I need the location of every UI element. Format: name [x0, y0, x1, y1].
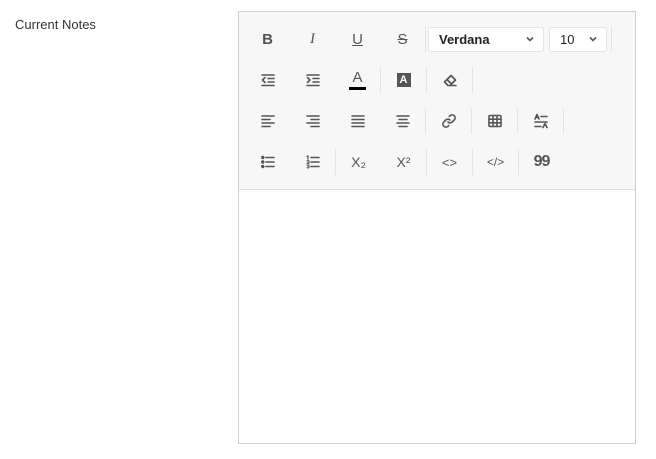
chevron-down-icon: [525, 32, 535, 47]
justify-icon: [350, 115, 365, 128]
bulleted-list-icon: [260, 155, 275, 169]
numbered-list-button[interactable]: [290, 149, 336, 175]
blockquote-icon: 99: [533, 153, 551, 170]
blockquote-button[interactable]: 99: [519, 149, 564, 175]
subscript-button[interactable]: X₂: [336, 149, 381, 175]
line-height-icon: [533, 113, 548, 129]
insert-table-button[interactable]: [472, 108, 518, 134]
bulleted-list-button[interactable]: [245, 149, 290, 175]
toolbar-row-3: [245, 108, 564, 134]
font-size-value: 10: [560, 31, 575, 47]
align-right-button[interactable]: [290, 108, 335, 134]
italic-button[interactable]: I: [290, 26, 335, 52]
indent-icon: [305, 74, 320, 87]
toolbar-divider: [611, 26, 612, 52]
editor-toolbar: B I U S Verdana 10 A A X₂ X² <> </> 99: [239, 12, 635, 190]
font-family-value: Verdana: [439, 31, 490, 47]
strikethrough-icon: S: [397, 30, 408, 48]
align-center-icon: [395, 115, 410, 128]
underline-icon: U: [352, 30, 363, 48]
toolbar-row-4: X₂ X² <> </> 99: [245, 149, 564, 175]
clear-formatting-button[interactable]: [427, 67, 473, 93]
font-family-select[interactable]: Verdana: [428, 26, 544, 52]
bold-button[interactable]: B: [245, 26, 290, 52]
align-right-icon: [305, 115, 320, 128]
justify-button[interactable]: [335, 108, 380, 134]
eraser-icon: [443, 74, 457, 87]
font-size-select[interactable]: 10: [549, 26, 607, 52]
indent-button[interactable]: [290, 67, 335, 93]
chevron-down-icon: [588, 32, 598, 47]
background-color-button[interactable]: A: [381, 67, 427, 93]
rich-text-editor: B I U S Verdana 10 A A X₂ X² <> </> 99: [238, 11, 636, 444]
underline-button[interactable]: U: [335, 26, 380, 52]
insert-link-button[interactable]: [426, 108, 472, 134]
code-block-icon: </>: [486, 155, 505, 169]
strikethrough-button[interactable]: S: [380, 26, 426, 52]
text-color-glyph: A: [352, 68, 363, 86]
link-icon: [441, 114, 456, 128]
text-color-icon: A: [349, 68, 366, 90]
table-icon: [487, 114, 502, 128]
superscript-button[interactable]: X²: [381, 149, 427, 175]
text-color-button[interactable]: A: [335, 67, 381, 93]
toolbar-row-1: B I U S Verdana 10: [245, 26, 612, 52]
inline-code-icon: <>: [441, 154, 458, 170]
line-height-button[interactable]: [518, 108, 564, 134]
outdent-button[interactable]: [245, 67, 290, 93]
field-label: Current Notes: [15, 17, 96, 32]
toolbar-row-2: A A: [245, 67, 473, 93]
inline-code-button[interactable]: <>: [427, 149, 473, 175]
superscript-icon: X²: [396, 154, 411, 170]
align-center-button[interactable]: [380, 108, 426, 134]
editor-content-area[interactable]: [239, 190, 635, 443]
align-left-icon: [260, 115, 275, 128]
outdent-icon: [260, 74, 275, 87]
subscript-icon: X₂: [351, 154, 366, 170]
italic-icon: I: [310, 30, 315, 47]
text-color-indicator: [349, 86, 366, 90]
numbered-list-icon: [305, 155, 320, 169]
code-block-button[interactable]: </>: [473, 149, 519, 175]
background-color-icon: A: [396, 73, 411, 87]
align-left-button[interactable]: [245, 108, 290, 134]
bold-icon: B: [262, 30, 273, 48]
